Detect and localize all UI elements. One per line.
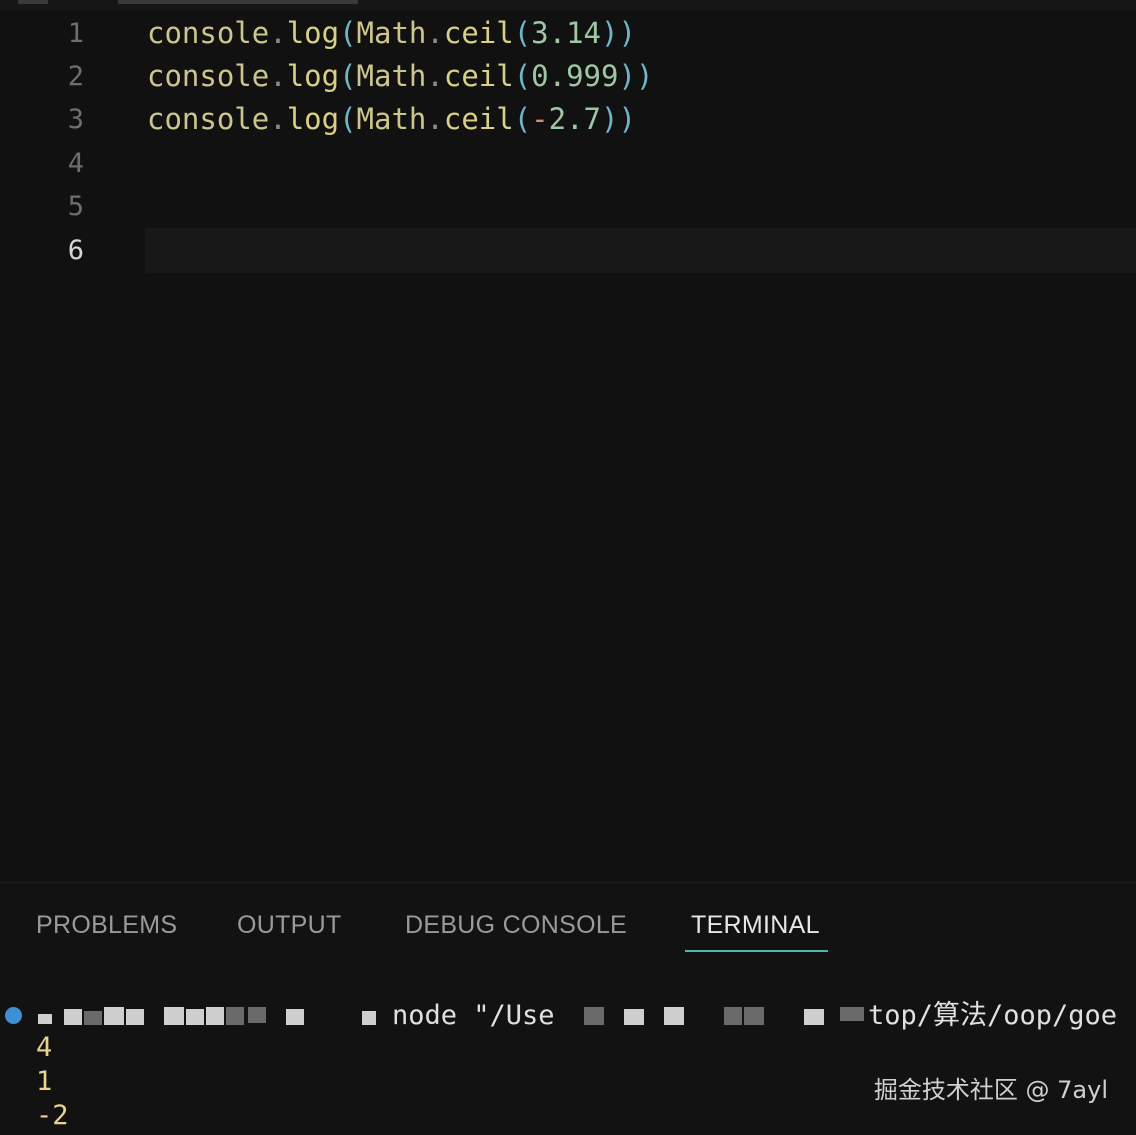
token-dot: .	[426, 16, 444, 50]
line-number: 4	[67, 148, 84, 179]
line-number: 5	[67, 191, 84, 222]
token-number: 0.999	[531, 59, 619, 93]
token-dot: .	[269, 102, 287, 136]
line-number: 2	[67, 61, 84, 92]
tab-output[interactable]: OUTPUT	[237, 905, 342, 945]
token-paren: (	[513, 59, 532, 93]
token-paren: )	[635, 59, 654, 93]
token-method: log	[286, 59, 340, 93]
token-object: console	[147, 59, 270, 93]
token-dot: .	[269, 59, 287, 93]
token-number: 3.14	[531, 16, 602, 50]
redacted-mark	[226, 1007, 244, 1025]
redacted-mark	[286, 1009, 304, 1025]
redacted-mark	[126, 1009, 144, 1025]
code-line-4[interactable]: 4	[0, 142, 1136, 185]
token-number: 2.7	[548, 102, 602, 136]
redacted-mark	[18, 0, 48, 4]
code-editor[interactable]: 1 console.log(Math.ceil(3.14)) 2 console…	[0, 12, 1136, 882]
token-object: console	[147, 16, 270, 50]
active-tab-indicator	[685, 950, 828, 952]
tab-problems[interactable]: PROBLEMS	[36, 905, 177, 945]
line-number: 6	[67, 235, 84, 266]
token-paren: )	[618, 16, 636, 50]
terminal-output-line: 4	[36, 1032, 53, 1063]
code-text[interactable]: console.log(Math.ceil(3.14))	[147, 12, 636, 55]
token-paren: (	[513, 16, 532, 50]
token-object: Math	[356, 102, 427, 136]
redacted-mark	[624, 1009, 644, 1025]
redacted-mark	[804, 1009, 824, 1025]
terminal-command: node "/Use	[392, 1000, 555, 1031]
terminal-output-line: -2	[36, 1100, 69, 1131]
token-dot: .	[426, 59, 444, 93]
watermark: 掘金技术社区 @ 7ayl	[873, 1076, 1108, 1104]
token-method: log	[286, 102, 340, 136]
terminal-output-line: 1	[36, 1066, 53, 1097]
code-text[interactable]: console.log(Math.ceil(0.999))	[147, 55, 653, 98]
redacted-mark	[664, 1007, 684, 1025]
redacted-mark	[744, 1007, 764, 1025]
token-method: ceil	[443, 59, 514, 93]
token-operator: -	[531, 102, 549, 136]
redacted-mark	[38, 1014, 52, 1024]
token-paren: (	[513, 102, 532, 136]
redacted-mark	[64, 1009, 82, 1025]
token-paren: )	[618, 59, 636, 93]
redacted-mark	[84, 1011, 102, 1025]
code-text[interactable]: console.log(Math.ceil(-2.7))	[147, 98, 636, 141]
tab-debug-console[interactable]: DEBUG CONSOLE	[405, 905, 627, 945]
redacted-mark	[362, 1011, 376, 1025]
redacted-mark	[186, 1009, 204, 1025]
token-object: Math	[356, 16, 427, 50]
redacted-mark	[584, 1007, 604, 1025]
redacted-mark	[104, 1007, 124, 1025]
code-line-2[interactable]: 2 console.log(Math.ceil(0.999))	[0, 55, 1136, 98]
line-number: 3	[67, 104, 84, 135]
terminal-view[interactable]: node "/Use top/算法/oop/goe 4 1 -2	[0, 995, 1136, 1135]
token-object: console	[147, 102, 270, 136]
code-line-6[interactable]: 6	[0, 229, 1136, 272]
token-paren: (	[339, 16, 357, 50]
redacted-mark	[164, 1007, 184, 1025]
token-method: log	[286, 16, 340, 50]
redacted-mark	[248, 1007, 266, 1023]
code-line-5[interactable]: 5	[0, 185, 1136, 228]
line-number: 1	[67, 18, 84, 49]
redacted-mark	[840, 1007, 864, 1021]
command-status-dot-icon	[5, 1007, 22, 1024]
code-line-3[interactable]: 3 console.log(Math.ceil(-2.7))	[0, 98, 1136, 141]
redacted-mark	[206, 1007, 224, 1025]
title-strip	[0, 0, 1136, 10]
token-dot: .	[269, 16, 287, 50]
token-paren: (	[339, 59, 357, 93]
bottom-panel: PROBLEMS OUTPUT DEBUG CONSOLE TERMINAL n…	[0, 882, 1136, 1135]
token-paren: (	[339, 102, 357, 136]
code-line-1[interactable]: 1 console.log(Math.ceil(3.14))	[0, 12, 1136, 55]
redacted-mark	[118, 0, 358, 4]
tab-terminal[interactable]: TERMINAL	[691, 905, 820, 945]
redacted-mark	[724, 1007, 742, 1025]
token-method: ceil	[443, 16, 514, 50]
token-paren: )	[618, 102, 636, 136]
token-object: Math	[356, 59, 427, 93]
token-dot: .	[426, 102, 444, 136]
terminal-path: top/算法/oop/goe	[868, 1000, 1118, 1031]
token-method: ceil	[443, 102, 514, 136]
token-paren: )	[601, 16, 619, 50]
token-paren: )	[601, 102, 619, 136]
